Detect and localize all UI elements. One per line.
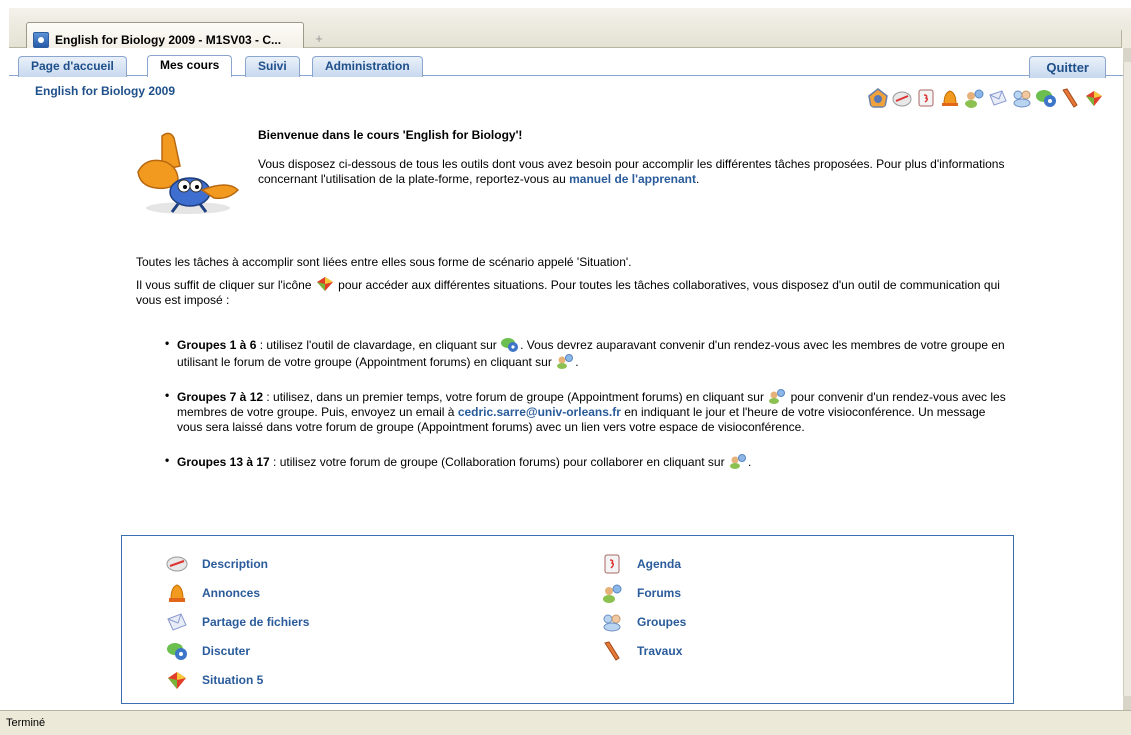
main-nav: Page d'accueil Mes cours Suivi Administr… [9,48,1123,78]
course-tools-box: Description Annonces Partage de fichiers… [121,535,1014,704]
tool-agenda[interactable]: Agenda [601,553,681,575]
pencil-icon [604,641,620,661]
scroll-up-button[interactable] [1123,48,1131,62]
calendar-icon[interactable] [915,87,937,109]
scenario-paragraph: Toutes les tâches à accomplir sont liées… [136,255,632,269]
tab-list-button[interactable] [1121,30,1131,50]
home-icon[interactable] [867,87,889,109]
tool-label: Discuter [202,644,251,658]
calendar-icon [604,554,620,574]
tab-page-accueil[interactable]: Page d'accueil [18,56,127,77]
welcome-intro: Vous disposez ci-dessous de tous les out… [258,157,1018,187]
vertical-scrollbar[interactable] [1123,48,1131,710]
tool-discuter[interactable]: Discuter [166,640,250,662]
browser-tab-bar: English for Biology 2009 - M1SV03 - C...… [9,8,1131,56]
tab-suivi[interactable]: Suivi [245,56,300,77]
pencil-icon[interactable] [1059,87,1081,109]
group-instructions: Groupes 1 à 6 : utilisez l'outil de clav… [165,336,1010,488]
group-label: Groupes 1 à 6 [177,338,257,352]
compass-icon [166,556,188,572]
quit-button[interactable]: Quitter [1029,56,1106,78]
tool-situation-5[interactable]: Situation 5 [166,669,263,691]
bell-icon[interactable] [939,87,961,109]
group-label: Groupes 7 à 12 [177,390,264,404]
favicon-icon [33,31,49,48]
forum-icon[interactable] [768,388,786,404]
situation-icon [168,672,186,689]
chat-icon [167,643,187,660]
tool-partage-de-fichiers[interactable]: Partage de fichiers [166,611,309,633]
welcome-section: Bienvenue dans le cours 'English for Bio… [258,128,1018,187]
tool-description[interactable]: Description [166,553,268,575]
tool-label: Situation 5 [202,673,264,687]
tool-label: Forums [637,586,682,600]
tool-label: Description [202,557,269,571]
forum-icon[interactable] [729,453,747,469]
tool-groupes[interactable]: Groupes [601,611,686,633]
group-text: : utilisez, dans un premier temps, votre… [263,390,768,404]
status-bar: Terminé [0,710,1131,735]
tool-travaux[interactable]: Travaux [601,640,682,662]
list-item: Groupes 7 à 12 : utilisez, dans un premi… [165,388,1010,435]
list-item: Groupes 13 à 17 : utilisez votre forum d… [165,453,1010,470]
forum-icon [603,584,622,603]
course-title: English for Biology 2009 [35,84,176,98]
tool-label: Agenda [637,557,682,571]
welcome-intro-end: . [696,172,700,186]
envelope-icon [167,613,187,631]
tool-label: Annonces [202,586,261,600]
group-text: . [747,455,752,469]
window-top-edge [0,0,1131,8]
mascot-image [137,132,240,214]
group-text: . [575,355,579,369]
page-content: Page d'accueil Mes cours Suivi Administr… [9,48,1123,710]
chat-icon[interactable] [501,336,519,352]
group-label: Groupes 13 à 17 [177,455,270,469]
situation-icon[interactable] [1083,87,1105,109]
tab-administration[interactable]: Administration [312,56,423,77]
tool-annonces[interactable]: Annonces [166,582,260,604]
group-text: : utilisez l'outil de clavardage, en cli… [256,338,501,352]
group-text: : utilisez votre forum de groupe (Collab… [269,455,728,469]
tab-mes-cours[interactable]: Mes cours [147,55,233,77]
tool-label: Partage de fichiers [202,615,310,629]
browser-tab-title: English for Biology 2009 - M1SV03 - C... [55,32,282,47]
manual-link[interactable]: manuel de l'apprenant [569,172,696,186]
tool-label: Groupes [637,615,687,629]
window-left-edge [0,8,9,708]
list-item: Groupes 1 à 6 : utilisez l'outil de clav… [165,336,1010,370]
welcome-title: Bienvenue dans le cours 'English for Bio… [258,128,523,142]
compass-icon[interactable] [891,87,913,109]
situation-paragraph: Il vous suffit de cliquer sur l'icône po… [136,276,1006,308]
forum-icon[interactable] [556,353,574,369]
email-link[interactable]: cedric.sarre@univ-orleans.fr [458,405,621,419]
tool-toolbar [867,84,1105,112]
tool-label: Travaux [637,644,683,658]
forum-icon[interactable] [963,87,985,109]
group-icon[interactable] [1011,87,1033,109]
envelope-icon[interactable] [987,87,1009,109]
bell-icon [169,584,185,602]
new-tab-button[interactable]: + [310,30,328,48]
tool-forums[interactable]: Forums [601,582,681,604]
group-icon [603,614,621,632]
situation-paragraph-start: Il vous suffit de cliquer sur l'icône [136,278,315,292]
scroll-down-button[interactable] [1123,696,1131,710]
chat-icon[interactable] [1035,87,1057,109]
situation-icon[interactable] [316,276,334,292]
